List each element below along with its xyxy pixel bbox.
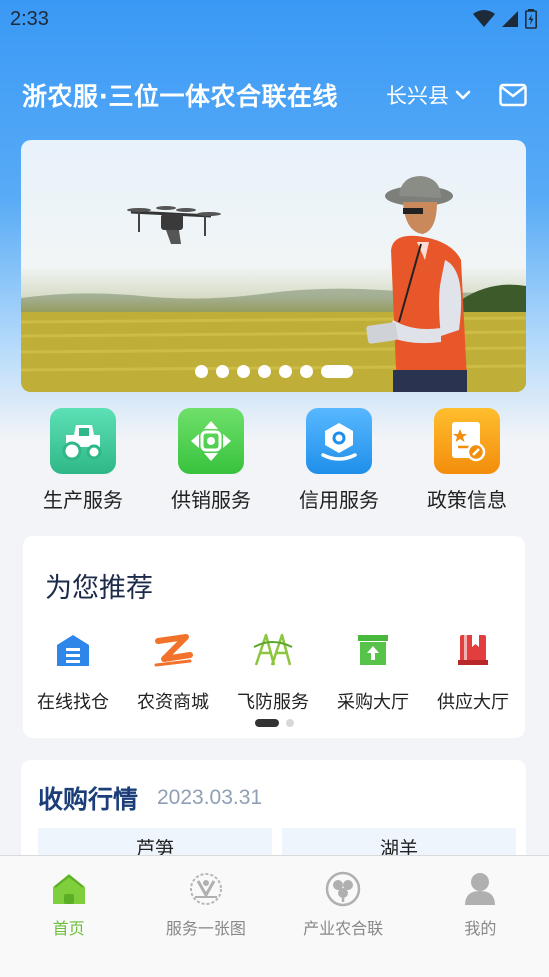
status-time: 2:33 [10, 7, 49, 30]
agri-mall-button[interactable]: 农资商城 [123, 628, 223, 714]
carousel-dot-active[interactable] [320, 365, 353, 378]
policy-info-button[interactable]: 政策信息 [404, 408, 530, 518]
credit-service-button[interactable]: 信用服务 [276, 408, 402, 518]
quick-service-label: 政策信息 [427, 488, 507, 512]
recommend-item-label: 供应大厅 [437, 692, 509, 713]
recommend-items: 在线找仓 农资商城 飞防服务 采购大厅 供应大厅 [23, 628, 525, 714]
purchase-icon [351, 628, 395, 672]
carousel-dot[interactable] [257, 365, 271, 378]
recommend-item-label: 农资商城 [137, 692, 209, 713]
drone-service-button[interactable]: 飞防服务 [223, 628, 323, 714]
wifi-icon [473, 10, 495, 27]
tab-profile[interactable]: 我的 [412, 856, 549, 977]
bottom-tab-bar: 首页 服务一张图 产业农合联 我的 [0, 855, 549, 977]
recommend-card: 为您推荐 在线找仓 农资商城 飞防服务 采购大厅 供应大厅 [23, 536, 525, 738]
tractor-icon [50, 408, 116, 474]
mall-icon [151, 628, 195, 672]
status-bar: 2:33 [0, 0, 549, 38]
carousel-indicator [21, 365, 526, 378]
pager-dot-active[interactable] [254, 719, 279, 727]
carousel-dot[interactable] [278, 365, 292, 378]
market-title: 收购行情 [38, 785, 139, 814]
credit-icon [306, 408, 372, 474]
policy-icon [434, 408, 500, 474]
carousel-dot[interactable] [194, 365, 208, 378]
dpad-icon [178, 408, 244, 474]
supply-marketing-service-button[interactable]: 供销服务 [148, 408, 274, 518]
mail-icon[interactable] [499, 83, 527, 107]
banner-image [21, 176, 526, 392]
cooperative-icon [324, 870, 362, 908]
supply-icon [451, 628, 495, 672]
signal-icon [502, 11, 518, 27]
tab-service-map[interactable]: 服务一张图 [137, 856, 274, 977]
service-map-icon [187, 870, 225, 908]
supply-hall-button[interactable]: 供应大厅 [423, 628, 523, 714]
tab-label: 首页 [52, 919, 85, 938]
production-service-button[interactable]: 生产服务 [20, 408, 146, 518]
home-icon [50, 870, 88, 908]
quick-services: 生产服务 供销服务 信用服务 政策信息 [20, 408, 530, 518]
market-date: 2023.03.31 [157, 786, 263, 809]
tab-label: 我的 [464, 919, 497, 938]
profile-icon [461, 870, 499, 908]
region-selector[interactable]: 长兴县 [386, 80, 473, 110]
carousel-dot[interactable] [236, 365, 250, 378]
purchase-hall-button[interactable]: 采购大厅 [323, 628, 423, 714]
quick-service-label: 供销服务 [171, 488, 251, 512]
online-warehouse-button[interactable]: 在线找仓 [23, 628, 123, 714]
tab-label: 服务一张图 [165, 919, 246, 938]
carousel-dot[interactable] [299, 365, 313, 378]
tab-home[interactable]: 首页 [0, 856, 137, 977]
recommend-item-label: 在线找仓 [37, 692, 109, 713]
recommend-title: 为您推荐 [45, 573, 153, 604]
banner-carousel[interactable] [21, 140, 526, 392]
quick-service-label: 信用服务 [299, 488, 379, 512]
tab-cooperative[interactable]: 产业农合联 [275, 856, 412, 977]
app-header: 浙农服·三位一体农合联在线 长兴县 [0, 70, 549, 120]
drone-service-icon [251, 628, 295, 672]
chevron-down-icon [455, 90, 471, 100]
drone-graphic [127, 206, 221, 244]
quick-service-label: 生产服务 [43, 488, 123, 512]
app-title: 浙农服·三位一体农合联在线 [22, 82, 338, 111]
recommend-pager [23, 719, 525, 727]
recommend-item-label: 飞防服务 [237, 692, 309, 713]
battery-icon [525, 9, 537, 29]
warehouse-icon [51, 628, 95, 672]
region-label: 长兴县 [386, 84, 449, 108]
status-icons [473, 9, 537, 29]
recommend-item-label: 采购大厅 [337, 692, 409, 713]
carousel-dot[interactable] [215, 365, 229, 378]
tab-label: 产业农合联 [303, 919, 384, 938]
pager-dot[interactable] [285, 719, 294, 727]
